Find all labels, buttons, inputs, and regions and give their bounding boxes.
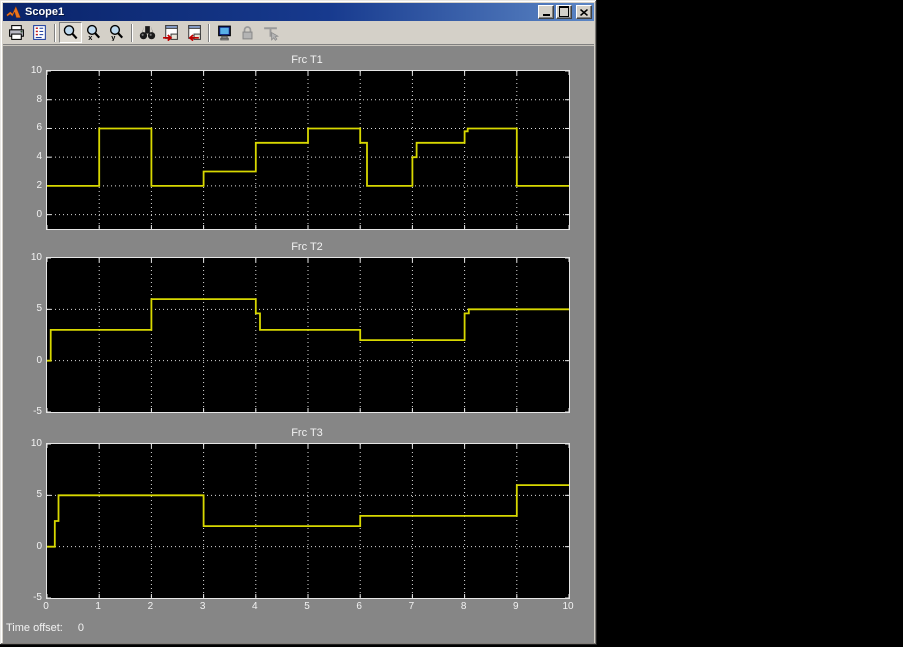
- signal-selection-icon: [262, 24, 279, 41]
- signal-selection-button: [259, 22, 282, 43]
- matlab-logo-icon: [6, 5, 21, 20]
- status-bar: Time offset: 0: [6, 622, 84, 634]
- zoom-x-button[interactable]: x: [82, 22, 105, 43]
- x-tick-label: 10: [562, 601, 574, 612]
- y-tick-label: 0: [36, 354, 42, 366]
- x-tick-label: 0: [43, 601, 49, 612]
- save-axes-button[interactable]: [159, 22, 182, 43]
- signal-trace: [47, 484, 569, 548]
- x-tick-label: 2: [147, 601, 154, 612]
- x-tick-label: 5: [304, 601, 310, 612]
- zoom-x-icon: x: [85, 24, 102, 41]
- y-tick-label: 0: [36, 208, 42, 220]
- plot-title-frc-t3: Frc T3: [291, 427, 323, 439]
- zoom-icon: [62, 24, 79, 41]
- plot-title-frc-t2: Frc T2: [291, 241, 323, 253]
- time-offset-label: Time offset:: [6, 622, 63, 634]
- y-tick-label: 6: [36, 122, 42, 134]
- y-tick-label: 4: [36, 151, 42, 163]
- x-tick-label: 6: [356, 601, 362, 612]
- zoom-y-button[interactable]: y: [105, 22, 128, 43]
- y-tick-label: 10: [30, 65, 42, 76]
- toolbar-separator: [131, 23, 133, 42]
- lock-icon: [239, 24, 256, 41]
- scope-window: Scope1 xy Frc T1 Frc T2 Frc T3 Time offs…: [0, 0, 597, 645]
- y-tick-label: 10: [30, 252, 42, 263]
- parameters-icon: [31, 24, 48, 41]
- signal-trace: [47, 298, 569, 362]
- minimize-icon: [542, 14, 550, 16]
- zoom-button[interactable]: [59, 22, 82, 43]
- y-tick-label: 2: [36, 179, 42, 191]
- floating-scope-icon: [216, 24, 233, 41]
- floating-scope-button[interactable]: [213, 22, 236, 43]
- toolbar-separator: [54, 23, 56, 42]
- time-offset-value: 0: [77, 622, 84, 634]
- close-button[interactable]: [576, 5, 592, 19]
- minimize-button[interactable]: [538, 5, 554, 19]
- printer-icon: [8, 24, 25, 41]
- plot-axes-frc-t3[interactable]: [46, 443, 570, 599]
- maximize-button[interactable]: [556, 5, 572, 19]
- y-tick-label: -5: [33, 406, 42, 417]
- restore-axes-button[interactable]: [182, 22, 205, 43]
- autoscale-button[interactable]: [136, 22, 159, 43]
- x-tick-label: 8: [460, 601, 467, 612]
- x-tick-label: 4: [252, 601, 258, 612]
- window-title: Scope1: [25, 6, 65, 18]
- restore-axes-icon: [185, 24, 202, 41]
- zoom-y-icon: y: [108, 24, 125, 41]
- titlebar[interactable]: Scope1: [3, 3, 594, 21]
- x-tick-label: 9: [513, 601, 519, 612]
- y-tick-label: 8: [36, 93, 42, 105]
- plot-title-frc-t1: Frc T1: [291, 54, 323, 66]
- parameters-button[interactable]: [28, 22, 51, 43]
- plot-axes-frc-t2[interactable]: [46, 257, 570, 413]
- y-tick-label: 0: [36, 540, 42, 552]
- plot-axes-frc-t1[interactable]: [46, 70, 570, 230]
- save-axes-icon: [162, 24, 179, 41]
- x-tick-label: 3: [199, 601, 206, 612]
- toolbar: xy: [3, 21, 594, 45]
- close-icon: [580, 8, 588, 16]
- y-tick-label: 5: [36, 489, 42, 501]
- lock-button: [236, 22, 259, 43]
- maximize-icon: [559, 6, 569, 17]
- binoculars-icon: [139, 24, 156, 41]
- y-tick-label: 10: [30, 438, 42, 449]
- titlebar-controls: [536, 5, 592, 19]
- toolbar-separator: [208, 23, 210, 42]
- print-button[interactable]: [5, 22, 28, 43]
- y-tick-label: 5: [36, 303, 42, 315]
- x-tick-label: 7: [408, 601, 415, 612]
- x-tick-label: 1: [95, 601, 101, 612]
